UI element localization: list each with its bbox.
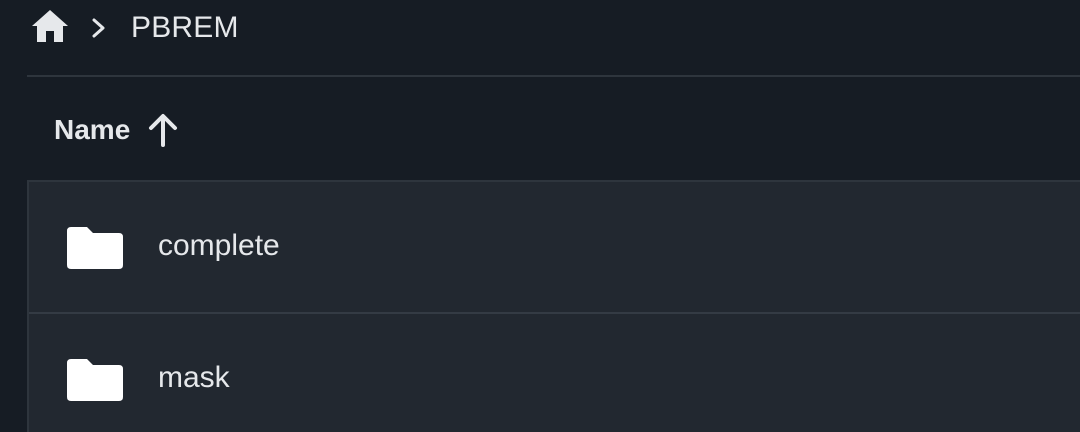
breadcrumb-current[interactable]: PBREM <box>131 8 239 48</box>
name-column-header[interactable]: Name <box>54 110 180 150</box>
arrow-up-icon[interactable] <box>146 112 180 148</box>
table-row[interactable]: complete <box>29 182 1080 312</box>
file-list: Name complete mask <box>27 75 1080 432</box>
file-name: complete <box>158 229 280 262</box>
name-column-label: Name <box>54 114 131 145</box>
table-header: Name <box>27 77 1080 180</box>
breadcrumb: PBREM <box>0 0 1080 56</box>
chevron-right-icon <box>92 18 105 38</box>
file-browser-page: PBREM Name complete mask <box>0 0 1080 432</box>
table-body: complete mask <box>27 180 1080 432</box>
file-name: mask <box>158 361 230 394</box>
folder-icon <box>67 359 123 401</box>
home-icon[interactable] <box>30 8 70 44</box>
folder-icon <box>67 227 123 269</box>
table-row[interactable]: mask <box>29 312 1080 432</box>
